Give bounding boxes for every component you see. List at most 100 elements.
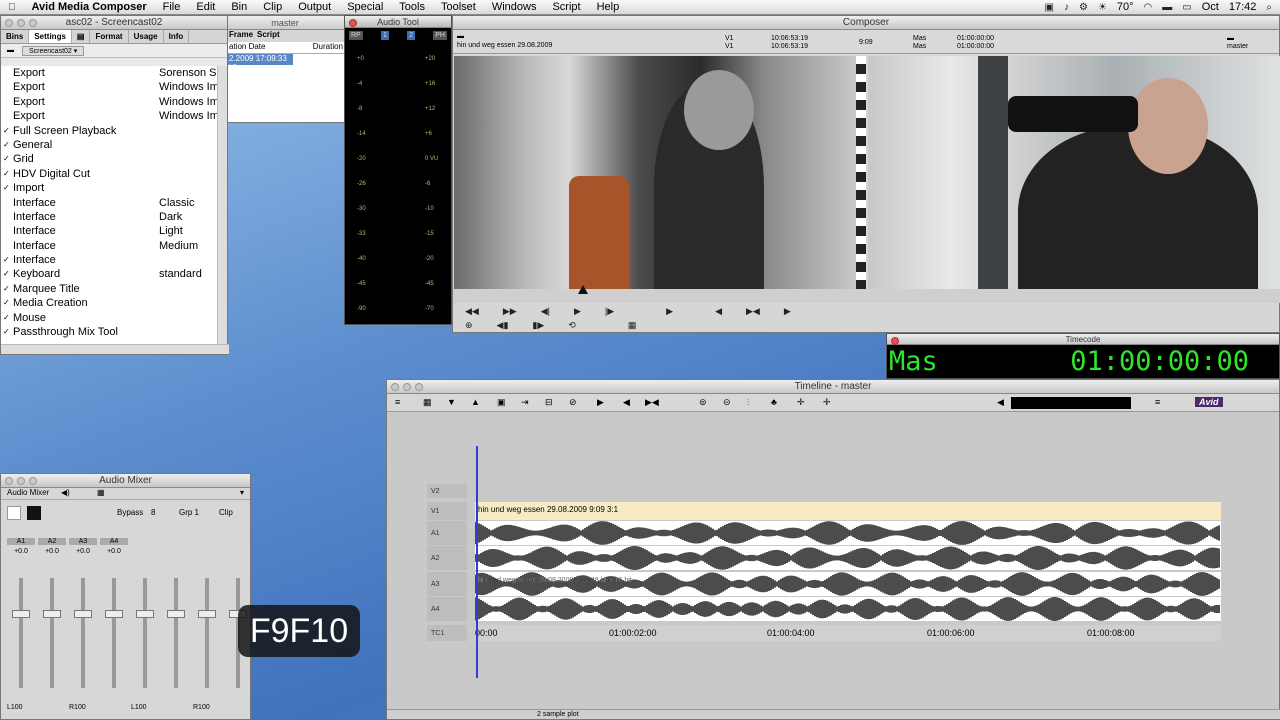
settings-row[interactable]: ✓ Keyboard standard [1,267,217,281]
audio-track-a4[interactable] [475,597,1221,621]
extract-splice-icon[interactable]: ⊝ [723,397,731,408]
match-frame-icon[interactable]: ▦ [628,320,637,331]
checkmark-icon[interactable]: ✓ [3,282,10,296]
menu-script[interactable]: Script [544,1,588,13]
fader-handle[interactable] [198,610,216,618]
record-sequence-name[interactable]: master [1227,43,1248,50]
battery-icon[interactable]: ▭ [1182,2,1191,13]
track-selector[interactable]: V1 [427,502,467,520]
audio-icon[interactable]: ⫶ [747,397,749,408]
gain-value[interactable]: +0.0 [38,548,66,555]
channel-2-button[interactable]: 2 [407,31,416,40]
source-clip-name[interactable]: hin und weg essen 29.08.2009 [457,42,552,49]
settings-row[interactable]: Export Windows Ima [1,109,217,123]
track-selector[interactable]: A3 [427,572,467,596]
fader-handle[interactable] [105,610,123,618]
menu-special[interactable]: Special [339,1,391,13]
settings-row[interactable]: ✓ General [1,138,217,152]
checkmark-icon[interactable]: ✓ [3,138,10,152]
mixer-strip[interactable] [162,538,190,714]
flag-icon[interactable]: ▬ [1162,2,1172,13]
video-track-v1[interactable]: hin und weg essen 29.08.2009 9:09 3:1 [475,502,1221,520]
settings-row[interactable]: ✓ Marquee Title [1,282,217,296]
checkmark-icon[interactable]: ✓ [3,311,10,325]
record-menu-icon[interactable]: ▬ [1227,35,1234,42]
minimize-button[interactable] [17,477,25,485]
timeline-scale-bar[interactable] [1011,397,1131,409]
settings-row[interactable]: ✓ Mouse [1,311,217,325]
mark-out-icon[interactable]: ▶ [784,306,791,317]
vertical-scrollbar[interactable] [217,66,227,348]
audio-track-a1[interactable] [475,521,1221,545]
timecode-label[interactable]: Mas [889,346,938,377]
tab-info[interactable]: Info [164,30,190,43]
play-icon[interactable]: ▶ [574,306,581,317]
channel-label[interactable]: A1 [7,538,35,545]
fader-handle[interactable] [12,610,30,618]
black-swatch[interactable] [27,506,41,520]
record-timecode-2[interactable]: 01:00:00:00 [957,43,994,50]
tab-icon[interactable]: ▤ [72,30,91,43]
column-creation-date[interactable]: ation Date [229,42,265,53]
settings-row[interactable]: ✓ Interface [1,253,217,267]
settings-row[interactable]: ✓ HDV Digital Cut [1,167,217,181]
group-button[interactable]: Grp 1 [179,508,199,517]
list-icon[interactable]: ▦ [97,488,105,497]
channel-label[interactable]: A4 [100,538,128,545]
minimize-button[interactable] [403,383,411,391]
mixer-dropdown-icon[interactable]: ▾ [240,488,244,497]
source-monitor[interactable] [454,56,866,302]
bypass-button[interactable]: Bypass [117,508,143,517]
extract-icon[interactable]: ▲ [471,397,480,407]
source-timecode[interactable]: 10:06:53:19 [771,35,808,42]
mixer-strip[interactable]: A1 +0.0 L100 [7,538,35,714]
gain-value[interactable]: +0.0 [69,548,97,555]
menu-help[interactable]: Help [589,1,628,13]
jog-icon[interactable]: ◀▮ [497,320,509,331]
mixer-strip[interactable]: A2 +0.0 [38,538,66,714]
close-button[interactable] [5,477,13,485]
bypass-count[interactable]: 8 [151,508,155,517]
channel-label[interactable]: A2 [38,538,66,545]
menu-output[interactable]: Output [290,1,339,13]
fader-handle[interactable] [74,610,92,618]
pan-value[interactable]: R100 [193,704,210,711]
menu-icon[interactable]: ≡ [395,397,400,407]
gain-value[interactable]: +0.0 [100,548,128,555]
menu-edit[interactable]: Edit [188,1,223,13]
settings-row[interactable]: Interface Classic [1,196,217,210]
ph-button[interactable]: PH [433,31,447,40]
source-menu-icon[interactable]: ▬ [457,33,464,40]
weather-icon[interactable]: ☀ [1098,2,1107,13]
settings-row[interactable]: Export Sorenson Sc [1,66,217,80]
track-selector[interactable]: V2 [427,484,467,498]
channel-1-button[interactable]: 1 [380,31,389,40]
record-monitor[interactable] [868,56,1280,302]
checkmark-icon[interactable]: ✓ [3,267,10,281]
go-to-out-icon[interactable]: ◀ [623,397,630,408]
view-icon[interactable]: ≡ [1155,397,1160,407]
settings-row[interactable]: ✓ Full Screen Playback [1,124,217,138]
tab-settings[interactable]: Settings [29,30,72,43]
fast-forward-icon[interactable]: ▶▶ [503,306,517,317]
rewind-icon[interactable]: ◀◀ [465,306,479,317]
mark-in-icon[interactable]: ◀ [715,306,722,317]
close-button[interactable] [891,337,899,345]
mixer-strip[interactable]: A4 +0.0 [100,538,128,714]
tab-usage[interactable]: Usage [129,30,164,43]
settings-dropdown[interactable]: Screencast02 ▾ [22,45,85,56]
splice-icon[interactable]: ⊕ [465,320,473,331]
tab-script[interactable]: Script [257,30,280,42]
add-edit-icon[interactable]: ✛ [823,397,831,408]
track-selector[interactable]: A1 [427,521,467,545]
settings-row[interactable]: Interface Light [1,224,217,238]
close-button[interactable] [5,19,13,27]
settings-row[interactable]: ✓ Grid [1,152,217,166]
menu-clip[interactable]: Clip [255,1,290,13]
settings-row[interactable]: ✓ Import [1,181,217,195]
music-icon[interactable]: ♪ [1064,2,1069,13]
white-swatch[interactable] [7,506,21,520]
track-selector[interactable]: A2 [427,546,467,570]
speaker-icon[interactable]: ◀) [61,488,70,497]
checkmark-icon[interactable]: ✓ [3,181,10,195]
